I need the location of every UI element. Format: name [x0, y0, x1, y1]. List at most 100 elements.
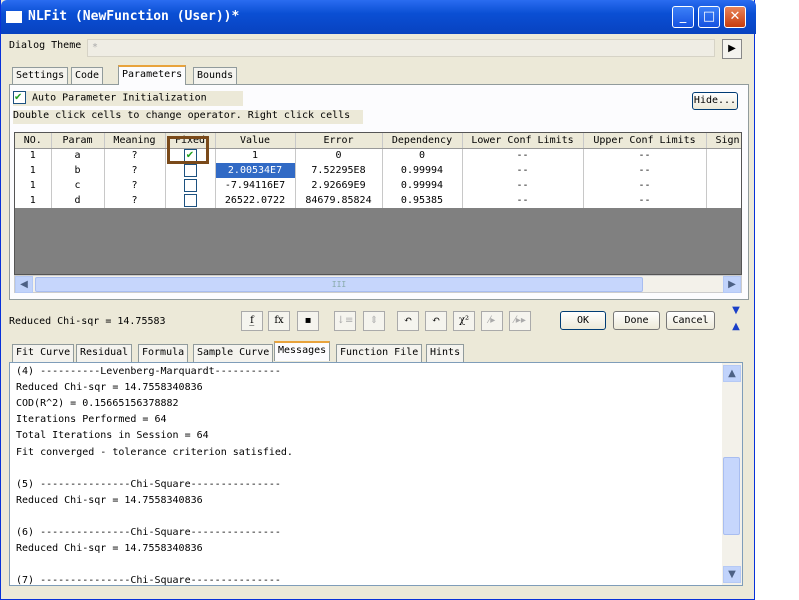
cancel-button[interactable]: Cancel [666, 311, 715, 330]
fixed-checkbox[interactable] [183, 194, 197, 207]
cell-param[interactable]: d [51, 193, 105, 208]
done-button[interactable]: Done [613, 311, 660, 330]
tab-messages[interactable]: Messages [274, 341, 331, 361]
scroll-thumb[interactable]: III [35, 277, 643, 292]
undo-1-icon[interactable]: ↶ [397, 311, 419, 331]
cell-lower[interactable]: -- [462, 193, 584, 208]
table-row[interactable]: 1 d? 26522.0722 84679.85824 0.95385 -- -- [15, 193, 741, 208]
cell-dependency[interactable]: 0.99994 [382, 163, 463, 178]
cell-no[interactable]: 1 [15, 148, 52, 163]
tab-hints[interactable]: Hints [426, 344, 465, 362]
dialog-theme-combo[interactable]: * [87, 39, 715, 57]
fixed-checkbox[interactable] [183, 164, 197, 177]
messages-scroll-thumb[interactable] [723, 457, 740, 535]
cell-meaning[interactable]: ? [104, 148, 166, 163]
tab-residual[interactable]: Residual [76, 344, 133, 362]
cell-no[interactable]: 1 [15, 178, 52, 193]
cell-param[interactable]: b [51, 163, 105, 178]
cell-no[interactable]: 1 [15, 163, 52, 178]
col-lower-conf[interactable]: Lower Conf Limits [462, 133, 584, 149]
grid-horizontal-scrollbar[interactable]: ◀ III ▶ [14, 275, 742, 293]
cell-dependency[interactable]: 0.99994 [382, 178, 463, 193]
cell-sign[interactable] [706, 163, 741, 178]
fx-icon[interactable]: fx [268, 311, 290, 331]
table-row[interactable]: 1 a? ✔ 1 0 0 -- -- [15, 148, 741, 163]
maximize-button[interactable]: □ [698, 6, 720, 28]
f-x--icon[interactable]: f̲ [241, 311, 263, 331]
tab-bounds[interactable]: Bounds [193, 67, 238, 85]
expand-icon[interactable]: ⇕ [363, 311, 385, 331]
message-line: Iterations Performed = 64 [16, 414, 167, 426]
auto-init-row[interactable]: ✔ Auto Parameter Initialization [13, 91, 243, 106]
col-meaning[interactable]: Meaning [104, 133, 166, 149]
cell-lower[interactable]: -- [462, 163, 584, 178]
cell-param[interactable]: a [51, 148, 105, 163]
col-sign[interactable]: Sign: [706, 133, 741, 149]
cell-lower[interactable]: -- [462, 178, 584, 193]
cell-value[interactable]: 1 [215, 148, 296, 163]
cell-no[interactable]: 1 [15, 193, 52, 208]
cell-dependency[interactable]: 0 [382, 148, 463, 163]
messages-vertical-scrollbar[interactable]: ▲ ▼ [722, 363, 742, 585]
cell-value[interactable]: 2.00534E7 [215, 163, 296, 178]
iterate-1-icon[interactable]: ⁄▸ [481, 311, 503, 331]
expand-up-button[interactable]: ▲ [726, 321, 746, 335]
cell-error[interactable]: 7.52295E8 [295, 163, 383, 178]
cell-value[interactable]: -7.94116E7 [215, 178, 296, 193]
cell-upper[interactable]: -- [583, 193, 707, 208]
table-row[interactable]: 1 b? 2.00534E7 7.52295E8 0.99994 -- -- [15, 163, 741, 178]
tab-sample-curve[interactable]: Sample Curve [193, 344, 274, 362]
cell-value[interactable]: 26522.0722 [215, 193, 296, 208]
cell-sign[interactable] [706, 178, 741, 193]
cell-upper[interactable]: -- [583, 178, 707, 193]
scroll-up-icon[interactable]: ▲ [723, 365, 741, 382]
col-no[interactable]: NO. [15, 133, 52, 149]
tab-settings[interactable]: Settings [12, 67, 69, 85]
cell-upper[interactable]: -- [583, 163, 707, 178]
cell-sign[interactable] [706, 193, 741, 208]
col-param[interactable]: Param [51, 133, 105, 149]
title-bar[interactable]: NLFit (NewFunction (User))* _ □ ✕ [1, 0, 756, 34]
iterate-all-icon[interactable]: ⁄▸▸ [509, 311, 531, 331]
cell-error[interactable]: 2.92669E9 [295, 178, 383, 193]
col-error[interactable]: Error [295, 133, 383, 149]
cell-upper[interactable]: -- [583, 148, 707, 163]
fixed-checkbox[interactable] [183, 179, 197, 192]
col-dependency[interactable]: Dependency [382, 133, 463, 149]
cell-dependency[interactable]: 0.95385 [382, 193, 463, 208]
scroll-right-icon[interactable]: ▶ [723, 276, 741, 293]
theme-arrow-button[interactable]: ▶ [722, 39, 742, 59]
save-icon[interactable]: ▪ [297, 311, 319, 331]
--icon[interactable]: χ² [453, 311, 475, 331]
undo-all-icon[interactable]: ↶ [425, 311, 447, 331]
hide-button[interactable]: Hide... [692, 92, 738, 110]
auto-init-checkbox[interactable]: ✔ [13, 91, 26, 104]
cell-fixed[interactable] [165, 178, 216, 193]
cell-error[interactable]: 84679.85824 [295, 193, 383, 208]
scroll-down-icon[interactable]: ▼ [723, 566, 741, 583]
tab-function-file[interactable]: Function File [336, 344, 423, 362]
tab-formula[interactable]: Formula [138, 344, 189, 362]
cell-meaning[interactable]: ? [104, 178, 166, 193]
col-upper-conf[interactable]: Upper Conf Limits [583, 133, 707, 149]
ok-button[interactable]: OK [560, 311, 606, 330]
cell-fixed[interactable] [165, 163, 216, 178]
cell-meaning[interactable]: ? [104, 193, 166, 208]
cell-fixed[interactable] [165, 193, 216, 208]
collapse-down-button[interactable]: ▼ [726, 305, 746, 319]
minimize-button[interactable]: _ [672, 6, 694, 28]
sort-down-icon[interactable]: ↓≡ [334, 311, 356, 331]
tab-parameters[interactable]: Parameters [118, 65, 187, 85]
cell-sign[interactable] [706, 148, 741, 163]
tab-code[interactable]: Code [71, 67, 104, 85]
tab-fit-curve[interactable]: Fit Curve [12, 344, 75, 362]
message-line: (4) ----------Levenberg-Marquardt-------… [16, 366, 281, 377]
table-row[interactable]: 1 c? -7.94116E7 2.92669E9 0.99994 -- -- [15, 178, 741, 193]
cell-param[interactable]: c [51, 178, 105, 193]
cell-error[interactable]: 0 [295, 148, 383, 163]
cell-meaning[interactable]: ? [104, 163, 166, 178]
close-button[interactable]: ✕ [724, 6, 746, 28]
cell-lower[interactable]: -- [462, 148, 584, 163]
scroll-left-icon[interactable]: ◀ [15, 276, 33, 293]
col-value[interactable]: Value [215, 133, 296, 149]
